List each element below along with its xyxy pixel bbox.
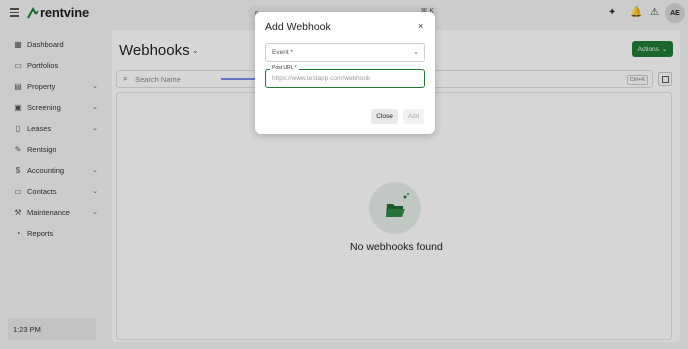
chevron-down-icon: ⌄: [413, 49, 419, 56]
close-icon[interactable]: ×: [418, 22, 423, 31]
post-url-label: Post URL *: [270, 65, 299, 71]
add-button[interactable]: Add: [403, 109, 424, 124]
post-url-field[interactable]: Post URL * https://www.testapp.com/webho…: [265, 65, 425, 88]
add-webhook-dialog: Add Webhook × Event * ⌄ Post URL * https…: [255, 12, 435, 134]
close-button[interactable]: Close: [371, 109, 398, 124]
event-label: Event *: [272, 49, 293, 56]
post-url-placeholder: https://www.testapp.com/webhook: [272, 75, 371, 82]
event-select[interactable]: Event * ⌄: [265, 43, 425, 62]
dialog-title: Add Webhook: [265, 21, 331, 33]
